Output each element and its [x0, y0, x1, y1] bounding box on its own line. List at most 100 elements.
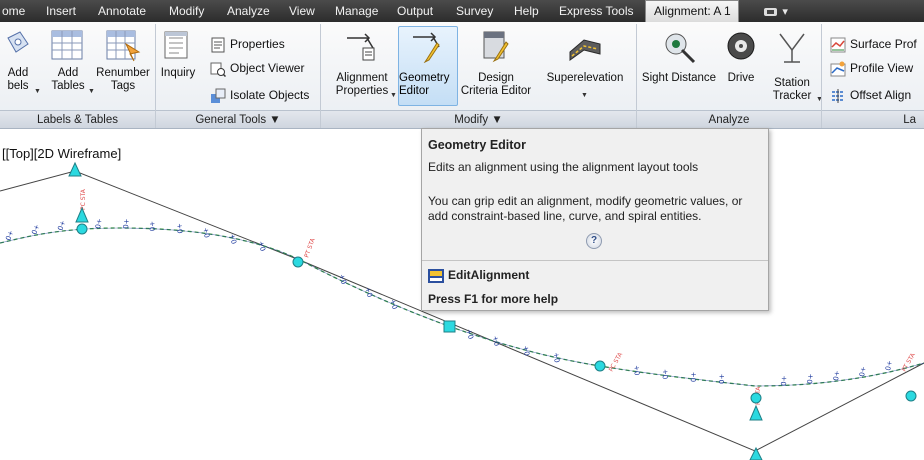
tab-help[interactable]: Help [514, 0, 539, 22]
svg-text:0+: 0+ [175, 222, 185, 234]
object-viewer-icon [210, 62, 226, 77]
tab-insert[interactable]: Insert [46, 0, 76, 22]
pc-grip-1[interactable] [76, 223, 88, 235]
superelevation-dropdown-arrow: ▼ [581, 92, 588, 99]
isolate-objects-icon [211, 88, 226, 103]
geometry-editor-tooltip: Geometry Editor Edits an alignment using… [421, 128, 769, 311]
renumber-tags-icon [106, 30, 141, 62]
drive-icon [727, 32, 755, 60]
renumber-tags-label-1: Renumber [96, 67, 150, 79]
alignment-properties-label-1: Alignment [336, 72, 388, 84]
object-viewer-button[interactable]: Object Viewer [210, 59, 304, 77]
offset-alignment-label: Offset Align [850, 88, 912, 102]
profile-view-icon [830, 61, 846, 77]
geometry-editor-icon [413, 32, 440, 63]
help-icon: ? [586, 233, 602, 249]
svg-text:0+: 0+ [552, 351, 562, 363]
svg-text:0+: 0+ [94, 218, 104, 230]
svg-text:0+: 0+ [858, 366, 868, 378]
sight-distance-label: Sight Distance [641, 72, 717, 84]
svg-text:0+: 0+ [690, 371, 698, 382]
analyze-panel-title[interactable]: Analyze [637, 110, 821, 128]
dropdown-arrow: ▾ [782, 6, 788, 18]
svg-text:0+: 0+ [389, 298, 400, 311]
offset-alignment-button[interactable]: Offset Align [830, 86, 911, 104]
svg-text:0+: 0+ [806, 373, 815, 384]
general-tools-panel-title[interactable]: General Tools ▼ [156, 110, 320, 128]
superelevation-label: Superelevation [546, 72, 624, 84]
pt-grip-1[interactable] [292, 256, 304, 268]
alignment-properties-icon [347, 33, 375, 61]
station-tracker-icon [779, 33, 805, 63]
tooltip-f1-help: Press F1 for more help [428, 292, 559, 306]
tab-view[interactable]: View [289, 0, 315, 22]
add-labels-icon [7, 31, 29, 53]
tab-output[interactable]: Output [397, 0, 433, 22]
superelevation-icon [569, 39, 601, 61]
svg-text:PC STA: PC STA [80, 188, 87, 210]
alignment-properties-label-2: Properties [335, 85, 389, 97]
profile-view-label: Profile View [850, 61, 914, 75]
labels-tables-panel-title[interactable]: Labels & Tables [0, 110, 155, 128]
viewport-controls[interactable]: [[Top][2D Wireframe] [2, 146, 121, 161]
profile-view-button[interactable]: Profile View [830, 59, 913, 77]
ribbon: Add bels ▼ Add Tables ▼ Renumber Tags La… [0, 22, 924, 129]
svg-text:0+: 0+ [633, 364, 642, 375]
surface-profile-icon [830, 37, 846, 53]
properties-button[interactable]: Properties [210, 35, 285, 53]
surface-profile-button[interactable]: Surface Prof [830, 35, 917, 53]
tab-home[interactable]: ome [2, 0, 25, 22]
svg-text:0+: 0+ [56, 219, 67, 232]
inquiry-icon [164, 31, 188, 59]
sight-distance-icon [665, 33, 696, 64]
modify-panel-title[interactable]: Modify ▼ [321, 110, 636, 128]
tooltip-command-name: EditAlignment [448, 268, 530, 282]
tab-express-tools[interactable]: Express Tools [559, 0, 633, 22]
renumber-tags-label-2: Tags [110, 80, 136, 92]
pc-grip-2[interactable] [594, 360, 606, 372]
tab-manage[interactable]: Manage [335, 0, 378, 22]
tab-analyze[interactable]: Analyze [227, 0, 270, 22]
offset-alignment-icon [832, 88, 844, 103]
svg-text:0+: 0+ [257, 239, 268, 252]
station-tracker-label-2: Tracker [772, 90, 812, 102]
ribbon-display-icon [764, 7, 777, 16]
surface-profile-label: Surface Prof [850, 37, 917, 51]
isolate-objects-button[interactable]: Isolate Objects [210, 86, 309, 104]
svg-text:0+: 0+ [122, 218, 131, 229]
pt-grip-2[interactable] [905, 390, 917, 402]
tooltip-command: EditAlignment [428, 268, 529, 283]
add-labels-dropdown-arrow: ▼ [34, 88, 41, 95]
tab-alignment-contextual[interactable]: Alignment: A 1 [645, 0, 739, 22]
tooltip-description: Edits an alignment using the alignment l… [428, 160, 699, 174]
svg-text:PT STA: PT STA [901, 351, 918, 373]
ribbon-tab-bar: ome Insert Annotate Modify Analyze View … [0, 0, 924, 22]
tab-minimize-control[interactable]: ▾ [763, 0, 788, 22]
tooltip-title: Geometry Editor [428, 138, 526, 152]
add-labels-label-2: bels [7, 80, 29, 92]
svg-text:0+: 0+ [148, 220, 157, 231]
pi-grip-2[interactable] [749, 404, 763, 421]
tooltip-extended-help: You can grip edit an alignment, modify g… [428, 194, 743, 223]
tooltip-divider [422, 260, 768, 261]
design-criteria-editor-icon [483, 31, 509, 63]
isolate-objects-label: Isolate Objects [230, 88, 310, 102]
geometry-editor-label-1: Geometry [399, 72, 450, 84]
station-tracker-label-1: Station [774, 77, 810, 89]
tab-survey[interactable]: Survey [456, 0, 493, 22]
svg-text:PT STA: PT STA [303, 236, 317, 258]
geometry-editor-label-2: Editor [399, 85, 430, 97]
add-tables-label-2: Tables [51, 80, 85, 92]
svg-text:0+: 0+ [491, 334, 502, 346]
launch-pad-panel-title[interactable]: La [822, 110, 924, 128]
pi-grip-1[interactable] [68, 161, 82, 177]
tangent-midpoint-grip[interactable] [443, 320, 456, 333]
design-criteria-editor-label-2: Criteria Editor [460, 85, 532, 97]
add-tables-icon [51, 30, 83, 60]
geometry-editor-button[interactable]: Geometry Editor [398, 26, 458, 106]
alignment-properties-dropdown-arrow: ▼ [390, 92, 397, 99]
curve-midpoint-grip[interactable] [750, 392, 762, 404]
tab-annotate[interactable]: Annotate [98, 0, 146, 22]
tab-modify[interactable]: Modify [169, 0, 204, 22]
svg-text:0+: 0+ [228, 232, 239, 244]
